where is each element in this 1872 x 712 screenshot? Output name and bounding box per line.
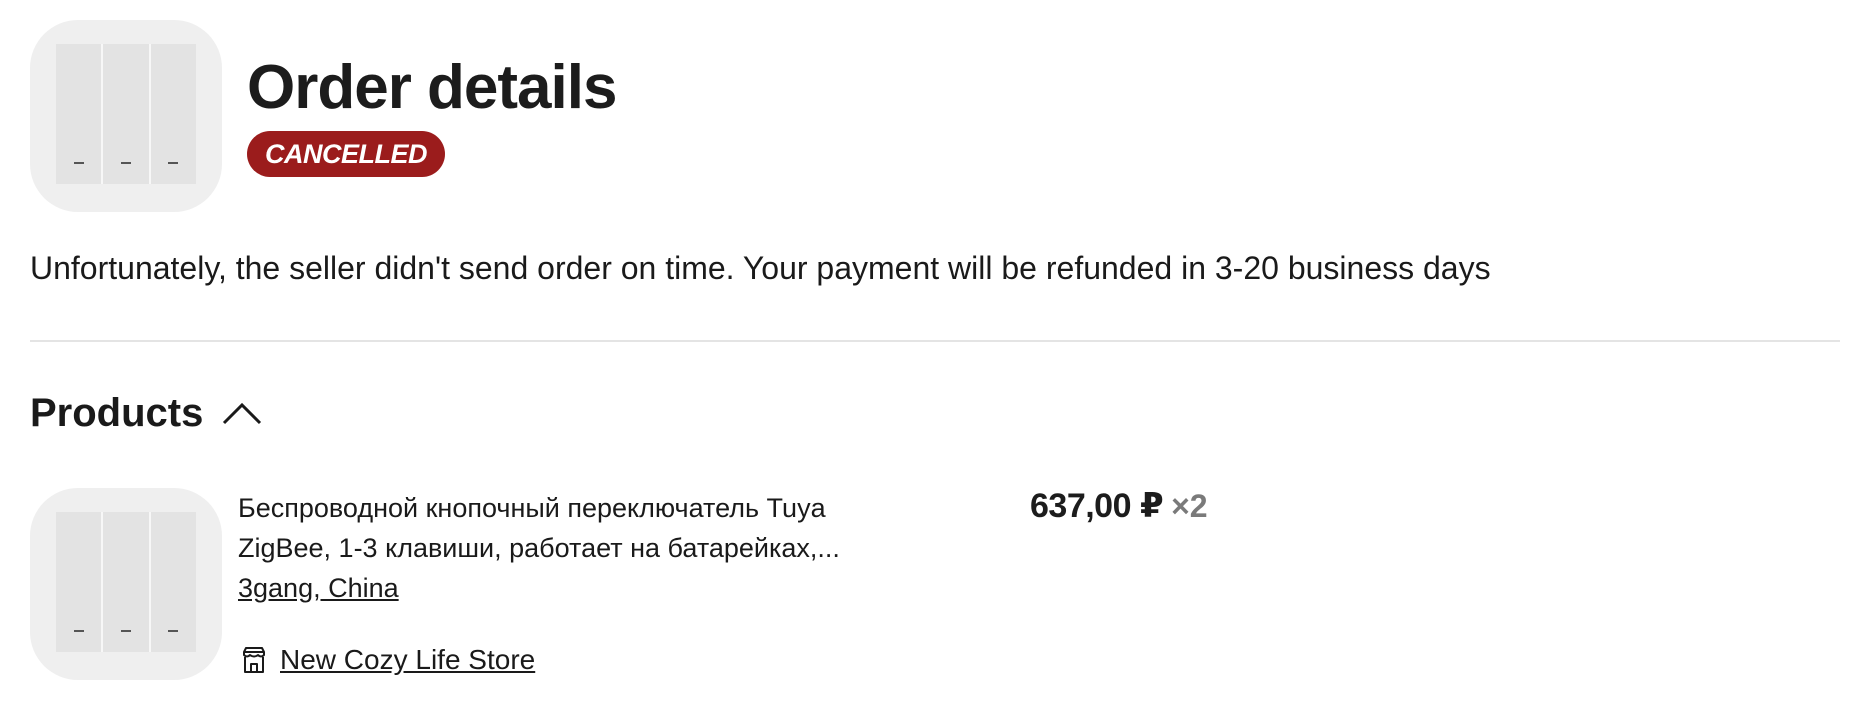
product-thumbnail[interactable] [30, 488, 222, 680]
chevron-up-icon[interactable] [221, 399, 263, 427]
product-price: 637,00 ₽ [1030, 487, 1164, 525]
products-section-title: Products [30, 391, 204, 435]
order-thumbnail [30, 20, 222, 212]
store-link[interactable]: New Cozy Life Store [240, 640, 535, 680]
store-name[interactable]: New Cozy Life Store [280, 640, 535, 680]
product-variant-link[interactable]: 3gang, China [238, 568, 399, 608]
store-icon [243, 647, 265, 673]
cancellation-notice: Unfortunately, the seller didn't send or… [30, 250, 1491, 286]
divider [30, 340, 1840, 342]
product-name[interactable]: Беспроводной кнопочный переключатель Tuy… [238, 488, 888, 568]
status-badge: CANCELLED [247, 131, 445, 177]
switch-product-image [56, 512, 196, 652]
switch-product-image [56, 44, 196, 184]
products-section-toggle[interactable]: Products [30, 388, 263, 438]
page-title: Order details [247, 53, 617, 122]
price-row: 637,00 ₽ ×2 [1030, 486, 1208, 526]
product-quantity: ×2 [1171, 488, 1208, 524]
